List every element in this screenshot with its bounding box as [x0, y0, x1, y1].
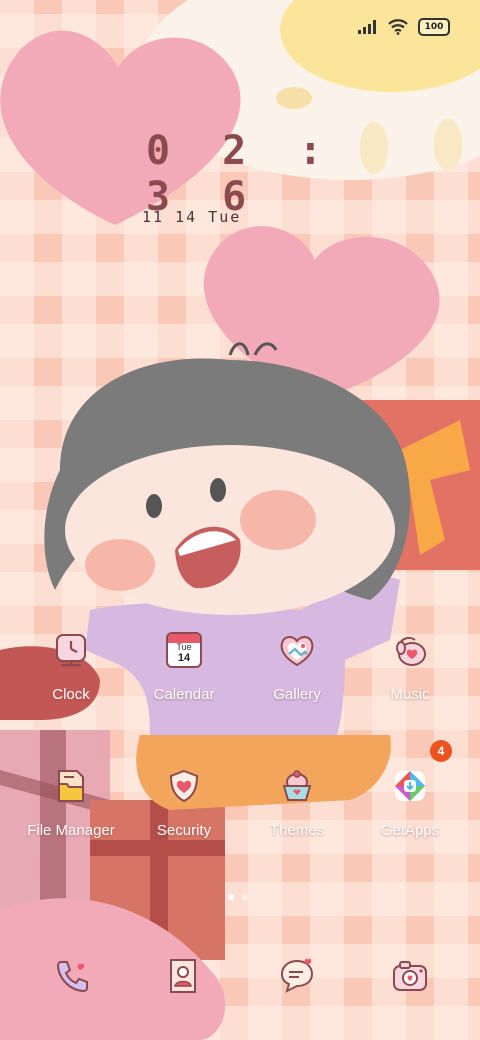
music-icon — [396, 637, 426, 666]
wifi-icon — [388, 19, 408, 35]
page-indicator — [228, 894, 248, 900]
battery-indicator: 100 — [418, 18, 450, 36]
app-clock[interactable]: Clock — [16, 632, 126, 722]
dock-contacts[interactable] — [163, 956, 203, 996]
app-label: Music — [390, 686, 430, 703]
app-file-manager[interactable]: File Manager — [16, 768, 126, 858]
app-label: Calendar — [153, 686, 215, 703]
camera-icon — [393, 961, 427, 991]
clock-date: 11 14 Tue — [142, 208, 242, 226]
app-label: Gallery — [273, 686, 321, 703]
notification-badge: 4 — [430, 740, 452, 762]
clock-icon — [56, 634, 86, 667]
messages-icon — [280, 958, 314, 993]
status-bar: 100 — [358, 16, 450, 38]
app-getapps[interactable]: GetApps — [355, 768, 465, 858]
app-label: Themes — [269, 822, 325, 839]
page-dot[interactable] — [242, 894, 248, 900]
gallery-icon — [280, 636, 314, 667]
calendar-icon: Tue 14 — [166, 632, 202, 668]
themes-icon — [282, 770, 312, 801]
security-icon — [169, 769, 199, 803]
app-label: GetApps — [380, 822, 440, 839]
app-label: Security — [156, 822, 212, 839]
contacts-icon — [170, 959, 196, 993]
file-manager-icon — [58, 770, 84, 802]
app-calendar[interactable]: Tue 14 Calendar — [129, 632, 239, 722]
calendar-day: Tue — [176, 642, 192, 652]
app-music[interactable]: Music — [355, 632, 465, 722]
signal-icon — [358, 20, 376, 34]
app-security[interactable]: Security — [129, 768, 239, 858]
dock-messages[interactable] — [277, 956, 317, 996]
clock-time: 0 2 : 3 6 — [146, 128, 337, 220]
getapps-icon — [395, 771, 425, 801]
dock-phone[interactable] — [52, 956, 92, 996]
app-label: Clock — [52, 686, 90, 703]
phone-icon — [56, 961, 88, 993]
dock-camera[interactable] — [390, 956, 430, 996]
app-themes[interactable]: Themes — [242, 768, 352, 858]
app-gallery[interactable]: Gallery — [242, 632, 352, 722]
app-label: File Manager — [27, 822, 115, 839]
page-dot-active[interactable] — [228, 894, 234, 900]
calendar-date: 14 — [177, 652, 191, 664]
